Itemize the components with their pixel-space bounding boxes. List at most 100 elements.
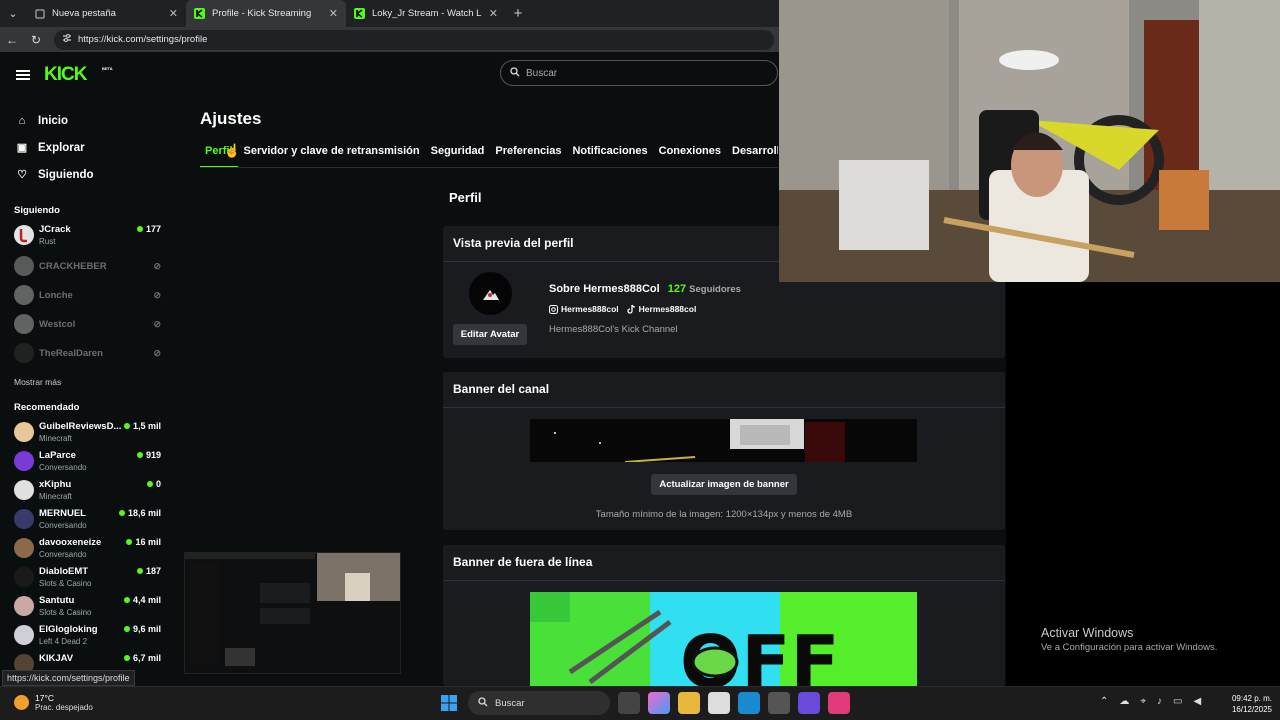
tab-kick-profile[interactable]: Profile - Kick Streaming ✕ xyxy=(186,0,346,27)
site-info-icon[interactable] xyxy=(62,33,72,46)
banner-preview-image xyxy=(530,419,917,462)
recommended-channel[interactable]: MERNUEL Conversando 18,6 mil xyxy=(14,507,164,535)
network-icon[interactable]: ⌖ xyxy=(1140,696,1146,707)
tab-conexiones[interactable]: Conexiones xyxy=(654,140,726,167)
viewers: 16 mil xyxy=(135,537,161,547)
following-channel-lonche[interactable]: Lonche ⊘ xyxy=(14,282,164,310)
taskbar-search[interactable]: Buscar xyxy=(468,691,610,715)
tab-search-chevron-icon[interactable]: ⌄ xyxy=(0,0,26,27)
microphone-icon[interactable]: ♪ xyxy=(1157,696,1162,707)
clock-time: 09:42 p. m. xyxy=(1231,694,1272,703)
viewer-count: 0 xyxy=(146,479,161,489)
channel-category: Left 4 Dead 2 xyxy=(39,637,88,646)
offline-banner-image: OFF xyxy=(530,592,917,687)
tray-chevron-icon[interactable]: ⌃ xyxy=(1100,696,1108,707)
edge-browser-icon[interactable] xyxy=(738,692,760,714)
onedrive-icon[interactable]: ☁ xyxy=(1119,696,1129,707)
weather-sun-icon xyxy=(14,695,29,710)
recommended-channel[interactable]: DiabloEMT Slots & Casino 187 xyxy=(14,565,164,593)
channel-name: DiabloEMT xyxy=(39,566,89,577)
app-icon[interactable] xyxy=(798,692,820,714)
nav-item-siguiendo[interactable]: ♡ Siguiendo xyxy=(16,161,166,188)
mini-screen-preview xyxy=(184,552,401,674)
recommended-channel[interactable]: Santutu Slots & Casino 4,4 mil xyxy=(14,594,164,622)
task-view-icon[interactable] xyxy=(618,692,640,714)
following-channel-jcrack[interactable]: JCrack Rust 177 xyxy=(14,223,164,251)
kick-logo[interactable]: KICK BETA xyxy=(44,64,113,86)
offline-icon: ⊘ xyxy=(153,319,161,329)
volume-icon[interactable]: ◀ xyxy=(1193,696,1201,707)
following-channel-westcol[interactable]: Westcol ⊘ xyxy=(14,311,164,339)
viewers: 9,6 mil xyxy=(132,624,161,634)
taskbar-clock[interactable]: 09:42 p. m. 16/12/2025 xyxy=(1222,693,1272,715)
profile-avatar xyxy=(469,272,512,315)
instagram-icon xyxy=(549,304,558,314)
recommended-channel[interactable]: GuibelReviewsD... Minecraft 1,5 mil xyxy=(14,420,164,448)
nav-item-inicio[interactable]: ⌂ Inicio xyxy=(16,107,166,134)
viewers: 1,5 mil xyxy=(132,421,161,431)
windows-start-icon[interactable] xyxy=(438,692,460,714)
back-arrow-icon[interactable]: ← xyxy=(0,33,24,47)
close-tab-icon[interactable]: ✕ xyxy=(329,7,338,20)
activation-subtitle: Ve a Configuración para activar Windows. xyxy=(1041,642,1218,653)
compass-icon: ▣ xyxy=(16,142,28,154)
hamburger-menu-icon[interactable] xyxy=(16,70,30,80)
live-dot-icon xyxy=(123,597,130,603)
tab-preferencias[interactable]: Preferencias xyxy=(490,140,566,167)
channel-name: Westcol xyxy=(39,319,76,330)
channel-description: Hermes888Col's Kick Channel xyxy=(549,324,678,335)
tab-servidor[interactable]: Servidor y clave de retransmisión xyxy=(239,140,425,167)
tab-seguridad[interactable]: Seguridad xyxy=(426,140,490,167)
live-dot-icon xyxy=(118,510,125,516)
display-icon[interactable]: ▭ xyxy=(1173,696,1182,707)
update-banner-button[interactable]: Actualizar imagen de banner xyxy=(651,474,797,495)
viewers: 4,4 mil xyxy=(132,595,161,605)
following-channel-therealdaren[interactable]: TheRealDaren ⊘ xyxy=(14,340,164,368)
instagram-link[interactable]: Hermes888col xyxy=(549,304,619,314)
search-icon xyxy=(510,66,520,80)
tiktok-link[interactable]: Hermes888col xyxy=(627,304,696,314)
copilot-icon[interactable] xyxy=(648,692,670,714)
tab-title: Loky_Jr Stream - Watch Live on Kic xyxy=(372,8,482,19)
logo-badge: BETA xyxy=(102,66,113,71)
close-tab-icon[interactable]: ✕ xyxy=(169,7,178,20)
recommended-channel[interactable]: xKiphu Minecraft 0 xyxy=(14,478,164,506)
tab-notificaciones[interactable]: Notificaciones xyxy=(567,140,652,167)
recommended-channel[interactable]: davooxeneize Conversando 16 mil xyxy=(14,536,164,564)
url-field[interactable]: https://kick.com/settings/profile xyxy=(54,29,774,50)
nav-item-explorar[interactable]: ▣ Explorar xyxy=(16,134,166,161)
channel-category: Conversando xyxy=(39,550,87,559)
live-dot-icon xyxy=(123,423,130,429)
chrome-browser-icon[interactable] xyxy=(768,692,790,714)
tab-strip: ⌄ Nueva pestaña ✕ Profile - Kick Streami… xyxy=(0,0,780,27)
followers-label: Seguidores xyxy=(689,284,741,295)
channel-category: Minecraft xyxy=(39,492,72,501)
tab-new-tab[interactable]: Nueva pestaña ✕ xyxy=(26,0,186,27)
show-more-link[interactable]: Mostrar más xyxy=(14,377,61,387)
instagram-app-icon[interactable] xyxy=(828,692,850,714)
reload-icon[interactable]: ↻ xyxy=(24,33,48,47)
mouse-cursor-icon: ☝ xyxy=(224,143,241,158)
channel-name: davooxeneize xyxy=(39,537,102,548)
recommended-channel[interactable]: ElGlogloking Left 4 Dead 2 9,6 mil xyxy=(14,623,164,651)
following-heading: Siguiendo xyxy=(14,205,60,216)
recommended-channel[interactable]: LaParce Conversando 919 xyxy=(14,449,164,477)
weather-widget[interactable]: 17°C Prac. despejado xyxy=(14,693,93,712)
tab-desarrollador[interactable]: Desarrollador xyxy=(727,140,778,167)
file-explorer-icon[interactable] xyxy=(678,692,700,714)
heart-icon: ♡ xyxy=(17,169,27,181)
viewers: 177 xyxy=(145,224,161,234)
viewer-count: 4,4 mil xyxy=(123,595,161,605)
weather-text: 17°C Prac. despejado xyxy=(35,693,93,712)
tab-title: Nueva pestaña xyxy=(52,8,116,19)
channel-name: Lonche xyxy=(39,290,73,301)
edit-avatar-button[interactable]: Editar Avatar xyxy=(453,324,527,345)
recommended-heading: Recomendado xyxy=(14,402,80,413)
offline-banner-card: Banner de fuera de línea OFF xyxy=(443,545,1005,687)
new-tab-plus-icon[interactable]: + xyxy=(506,0,530,27)
following-channel-crackheber[interactable]: CRACKHEBER ⊘ xyxy=(14,253,164,281)
microsoft-store-icon[interactable] xyxy=(708,692,730,714)
search-input[interactable]: Buscar xyxy=(500,60,778,86)
close-tab-icon[interactable]: ✕ xyxy=(489,7,498,20)
tab-loky-stream[interactable]: Loky_Jr Stream - Watch Live on Kic ✕ xyxy=(346,0,506,27)
